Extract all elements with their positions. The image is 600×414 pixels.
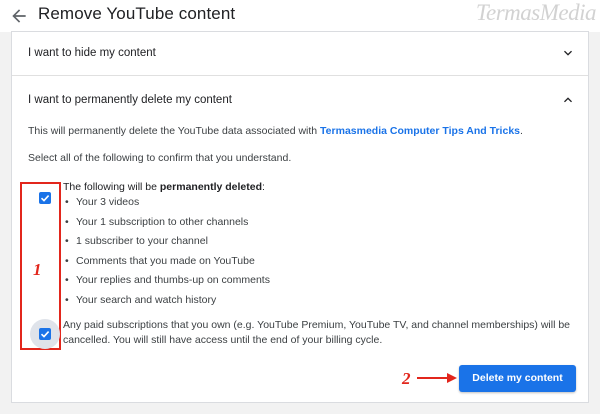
section-delete-label: I want to permanently delete my content — [28, 94, 232, 106]
section-delete-content[interactable]: I want to permanently delete my content — [12, 77, 588, 121]
check-icon — [40, 195, 50, 202]
watermark-logo: TermasMedia — [475, 0, 597, 25]
delete-my-content-button[interactable]: Delete my content — [459, 365, 576, 392]
callout-number-1: 1 — [33, 260, 42, 279]
confirm-instruction: Select all of the following to confirm t… — [28, 152, 292, 164]
check-icon — [40, 331, 50, 338]
deleted-items-block: The following will be permanently delete… — [63, 181, 270, 306]
delete-description: This will permanently delete the YouTube… — [28, 125, 523, 137]
section-hide-content[interactable]: I want to hide my content — [12, 32, 588, 76]
intro-prefix: The following will be — [63, 181, 160, 193]
callout-arrow-icon — [417, 373, 457, 383]
remove-content-card: I want to hide my content I want to perm… — [11, 31, 589, 403]
description-prefix: This will permanently delete the YouTube… — [28, 125, 321, 137]
callout-number-2: 2 — [402, 369, 411, 388]
confirm-deleted-checkbox[interactable] — [39, 192, 51, 204]
chevron-down-icon[interactable] — [560, 45, 576, 61]
section-hide-label: I want to hide my content — [28, 47, 156, 59]
arrow-left-icon[interactable] — [9, 6, 29, 26]
deleted-items-intro: The following will be permanently delete… — [63, 181, 265, 193]
chevron-up-icon[interactable] — [560, 92, 576, 108]
paid-subscriptions-notice: Any paid subscriptions that you own (e.g… — [63, 319, 571, 346]
channel-name-link[interactable]: Termasmedia Computer Tips And Tricks — [320, 125, 520, 137]
top-app-bar: Remove YouTube content TermasMedia — [0, 0, 600, 32]
confirm-paid-checkbox[interactable] — [39, 328, 51, 340]
intro-bold: permanently deleted — [159, 181, 263, 193]
description-suffix: . — [520, 125, 523, 137]
page-title: Remove YouTube content — [38, 4, 236, 23]
intro-suffix: : — [262, 181, 265, 193]
